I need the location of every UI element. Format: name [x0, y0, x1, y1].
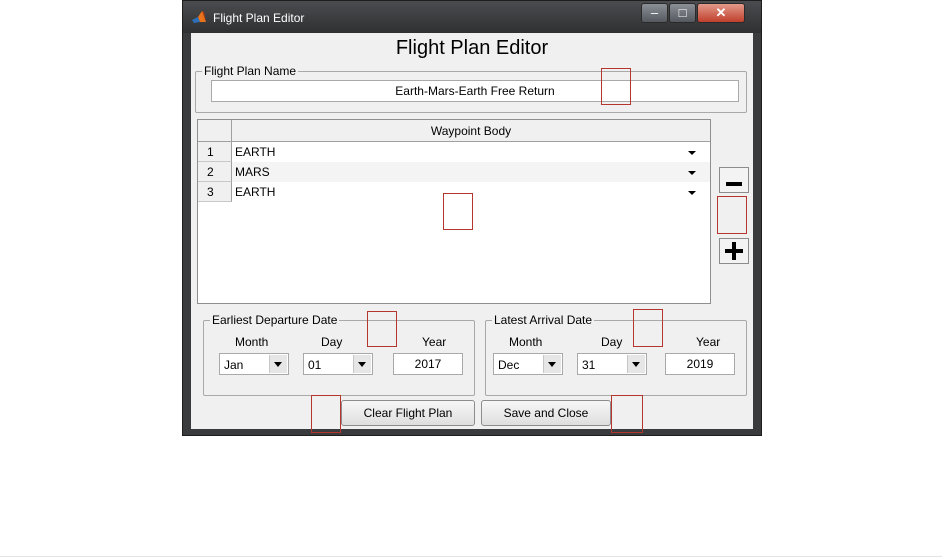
arrival-year-label: Year — [696, 335, 721, 349]
highlight-box — [611, 395, 643, 433]
chevron-down-icon — [688, 151, 696, 155]
row-number[interactable]: 3 — [198, 182, 232, 202]
clear-flight-plan-button[interactable]: Clear Flight Plan — [341, 400, 475, 426]
chevron-down-icon — [688, 171, 696, 175]
table-row: 2 MARS — [198, 162, 710, 182]
arrival-day-value: 31 — [582, 358, 596, 372]
waypoint-body-select[interactable]: MARS — [232, 162, 710, 182]
minimize-button[interactable]: – — [641, 3, 668, 23]
arrival-day-label: Day — [601, 335, 623, 349]
arrival-date-legend: Latest Arrival Date — [492, 313, 595, 327]
dropdown-button[interactable] — [627, 355, 645, 373]
departure-year-label: Year — [422, 335, 447, 349]
chevron-down-icon — [548, 362, 556, 367]
departure-year-input[interactable]: 2017 — [393, 353, 463, 375]
waypoint-body-value: MARS — [235, 165, 270, 179]
table-row: 1 EARTH — [198, 142, 710, 162]
maximize-button[interactable]: □ — [669, 3, 696, 23]
column-header-waypoint-body[interactable]: Waypoint Body — [232, 120, 710, 142]
title-bar[interactable]: Flight Plan Editor – □ ✕ — [183, 1, 761, 33]
add-waypoint-button[interactable] — [719, 238, 749, 264]
waypoint-body-value: EARTH — [235, 145, 276, 159]
minus-icon — [726, 182, 742, 186]
chevron-down-icon — [274, 362, 282, 367]
highlight-box — [633, 309, 663, 347]
waypoint-body-select[interactable]: EARTH — [232, 142, 710, 162]
divider — [0, 556, 942, 557]
dialog-body: Flight Plan Editor Flight Plan Name Eart… — [191, 33, 753, 433]
departure-month-select[interactable]: Jan — [219, 353, 289, 375]
table-corner — [198, 120, 232, 142]
arrival-month-label: Month — [509, 335, 543, 349]
row-number[interactable]: 1 — [198, 142, 232, 162]
departure-month-label: Month — [235, 335, 269, 349]
window-title: Flight Plan Editor — [213, 11, 305, 25]
flight-plan-name-legend: Flight Plan Name — [202, 64, 299, 78]
departure-month-value: Jan — [224, 358, 244, 372]
departure-date-legend: Earliest Departure Date — [210, 313, 340, 327]
save-and-close-button[interactable]: Save and Close — [481, 400, 611, 426]
matlab-logo-icon — [192, 11, 206, 23]
arrival-year-input[interactable]: 2019 — [665, 353, 735, 375]
maximize-icon: □ — [678, 5, 687, 20]
row-number[interactable]: 2 — [198, 162, 232, 182]
arrival-month-value: Dec — [498, 358, 520, 372]
waypoint-body-value: EARTH — [235, 185, 276, 199]
departure-day-value: 01 — [308, 358, 322, 372]
chevron-down-icon — [358, 362, 366, 367]
flight-plan-editor-window: Flight Plan Editor – □ ✕ Flight Plan Edi… — [182, 0, 762, 436]
close-icon: ✕ — [715, 5, 727, 20]
chevron-down-icon — [632, 362, 640, 367]
arrival-day-select[interactable]: 31 — [577, 353, 647, 375]
dropdown-button[interactable] — [269, 355, 287, 373]
departure-day-label: Day — [321, 335, 343, 349]
plus-icon-vertical — [732, 242, 736, 260]
highlight-box — [601, 68, 631, 105]
close-button[interactable]: ✕ — [697, 3, 745, 23]
highlight-box — [311, 395, 341, 433]
highlight-box — [443, 193, 473, 230]
dropdown-button[interactable] — [543, 355, 561, 373]
arrival-month-select[interactable]: Dec — [493, 353, 563, 375]
minimize-icon: – — [650, 5, 659, 20]
departure-day-select[interactable]: 01 — [303, 353, 373, 375]
highlight-box — [367, 311, 397, 347]
flight-plan-name-input[interactable]: Earth-Mars-Earth Free Return — [211, 80, 739, 102]
remove-waypoint-button[interactable] — [719, 167, 749, 193]
chevron-down-icon — [688, 191, 696, 195]
highlight-box — [717, 196, 747, 234]
dropdown-button[interactable] — [353, 355, 371, 373]
dialog-heading: Flight Plan Editor — [395, 37, 549, 59]
